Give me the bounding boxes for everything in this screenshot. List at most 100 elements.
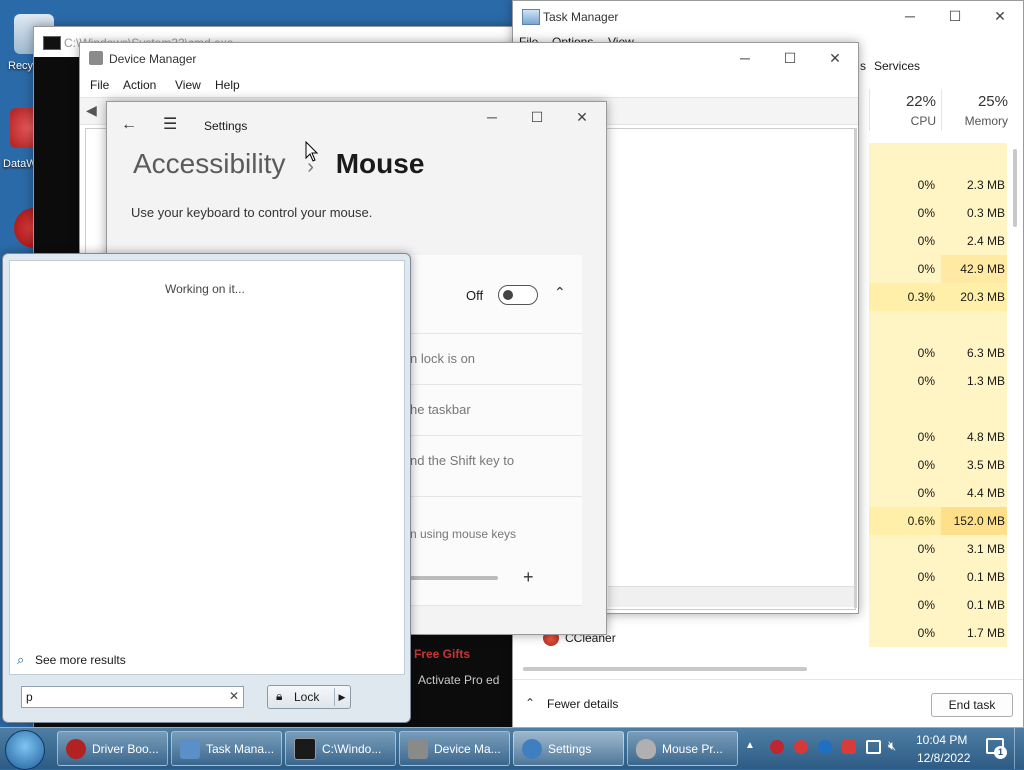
memory-cell: 2.4 MB [941,227,1007,255]
show-desktop-button[interactable] [1014,728,1024,769]
bg-ad-text-2: Activate Pro ed [418,673,500,687]
breadcrumb: Accessibility › Mouse [133,148,424,180]
plus-icon[interactable]: + [523,567,534,588]
taskbar-item-label: Task Mana... [206,741,275,756]
cpu-cell: 0% [869,591,941,619]
cpu-percent: 22% [905,93,936,110]
search-input-value: p [26,690,33,704]
arrow-right-icon[interactable]: ▶ [334,688,349,706]
devmgr-menu-view[interactable]: View [175,78,201,92]
start-button[interactable] [5,730,45,770]
maximize-button[interactable]: ☐ [514,102,560,132]
close-button[interactable]: ✕ [977,1,1023,31]
clock-time[interactable]: 10:04 PM [916,733,967,747]
hamburger-menu-icon[interactable]: ☰ [163,114,177,134]
devmgr-titlebar[interactable]: Device Manager ─ ☐ ✕ [80,43,858,73]
taskbar-item-cmd[interactable]: C:\Windo... [285,731,396,766]
cpu-cell [869,143,941,171]
task-manager-icon [522,9,540,25]
tray-app-icon[interactable] [794,740,808,754]
column-header-cpu[interactable]: 22% CPU [869,89,942,131]
taskbar-item-settings[interactable]: Settings [513,731,624,766]
cpu-cell: 0% [869,451,941,479]
terminal-icon [43,36,61,50]
taskbar-item-driver-booster[interactable]: Driver Boo... [57,731,168,766]
maximize-button[interactable]: ☐ [767,43,813,73]
search-icon: ⌕ [17,652,25,667]
setting-row[interactable]: n lock is on [410,334,582,385]
end-task-button[interactable]: End task [931,693,1013,717]
memory-cell: 3.1 MB [941,535,1007,563]
back-arrow-icon[interactable]: ← [121,116,137,134]
start-search-panel[interactable]: Working on it... ⌕ See more results p ✕ … [2,253,411,723]
gear-icon [522,738,542,759]
device-manager-icon [89,51,103,65]
setting-row[interactable]: nd the Shift key to [410,436,582,497]
vertical-scrollbar[interactable] [1013,149,1017,227]
taskbar-item-label: C:\Windo... [322,741,382,756]
devmgr-menu-file[interactable]: File [90,78,109,92]
speed-slider[interactable] [410,576,498,580]
setting-row[interactable]: he taskbar [410,385,582,436]
mouse-cursor-icon [305,141,319,162]
cpu-cell: 0% [869,199,941,227]
taskbar-item-device-manager[interactable]: Device Ma... [399,731,510,766]
clear-icon[interactable]: ✕ [229,689,239,703]
memory-cell: 3.5 MB [941,451,1007,479]
chevron-up-icon[interactable]: ⌃ [554,284,566,301]
column-header-memory[interactable]: 25% Memory [941,89,1010,131]
cpu-cell [869,395,941,423]
notification-button[interactable]: 1 [984,736,1008,760]
memory-percent: 25% [977,93,1008,110]
lock-button[interactable]: 🔒︎ Lock ▶ [267,685,351,709]
mouse-keys-card[interactable]: Off ⌃ [410,255,582,334]
setting-row[interactable]: n using mouse keys + [410,497,582,606]
desktop-icon-label: DataW [3,158,37,170]
cpu-cell: 0.6% [869,507,941,535]
devmgr-menu-action[interactable]: Action [123,78,156,92]
clock-date[interactable]: 12/8/2022 [917,751,970,765]
taskmgr-titlebar[interactable]: Task Manager ─ ☐ ✕ [513,1,1023,31]
memory-cell: 1.3 MB [941,367,1007,395]
volume-muted-icon[interactable]: 🔇︎ [888,738,896,754]
tab-partial[interactable]: s [860,59,866,73]
search-input[interactable]: p ✕ [21,686,244,708]
see-more-results-link[interactable]: See more results [35,653,126,667]
devmgr-vscroll[interactable] [854,128,857,608]
memory-cell: 0.1 MB [941,591,1007,619]
tray-app-icon[interactable] [842,740,856,754]
memory-cell [941,143,1007,171]
tray-app-icon[interactable] [818,740,832,754]
mouse-icon [636,738,656,759]
tab-services[interactable]: Services [874,59,920,73]
cpu-cell: 0% [869,171,941,199]
minimize-button[interactable]: ─ [469,102,515,132]
cpu-label: CPU [910,114,936,128]
taskbar-item-label: Mouse Pr... [662,741,723,756]
minimize-button[interactable]: ─ [887,1,933,31]
setting-row-label: he taskbar [410,402,471,417]
back-arrow-icon[interactable]: ◀ [86,102,97,119]
mouse-keys-toggle[interactable] [498,285,538,305]
memory-cell: 2.3 MB [941,171,1007,199]
devmgr-menu-help[interactable]: Help [215,78,240,92]
show-hidden-icons-button[interactable]: ▲ [745,740,755,751]
network-icon[interactable] [866,740,881,754]
close-button[interactable]: ✕ [812,43,858,73]
maximize-button[interactable]: ☐ [932,1,978,31]
taskbar-item-mouse-properties[interactable]: Mouse Pr... [627,731,738,766]
devmgr-hscroll[interactable] [608,586,854,607]
close-button[interactable]: ✕ [559,102,605,132]
taskbar-item-label: Device Ma... [434,741,501,756]
taskbar-item-task-manager[interactable]: Task Mana... [171,731,282,766]
chevron-up-icon[interactable]: ⌃ [525,696,535,710]
notification-count-badge: 1 [994,746,1007,759]
tray-app-icon[interactable] [770,740,784,754]
page-title: Mouse [335,148,425,179]
lock-icon: 🔒︎ [276,689,283,703]
horizontal-scrollbar[interactable] [523,667,807,671]
breadcrumb-accessibility[interactable]: Accessibility [133,148,285,179]
minimize-button[interactable]: ─ [722,43,768,73]
fewer-details-link[interactable]: Fewer details [547,697,618,711]
cpu-cell: 0% [869,423,941,451]
